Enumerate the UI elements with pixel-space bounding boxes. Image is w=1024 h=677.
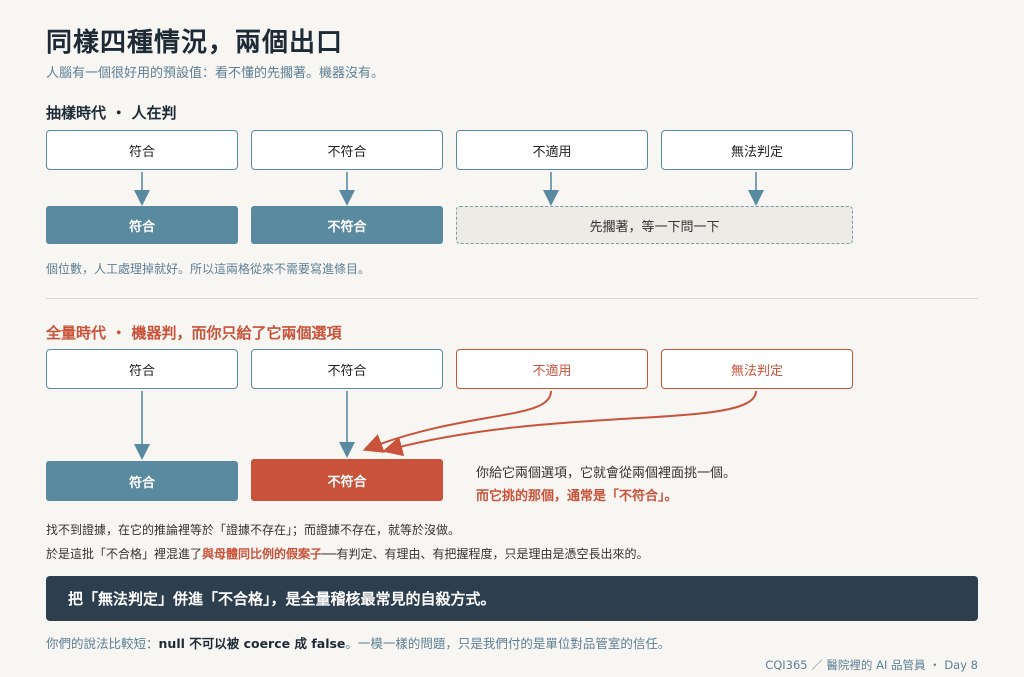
flow-arrows [134, 172, 764, 460]
s2-arrow-na-redirect [362, 390, 552, 453]
s2-arrow-undetermined-redirect [382, 390, 757, 457]
